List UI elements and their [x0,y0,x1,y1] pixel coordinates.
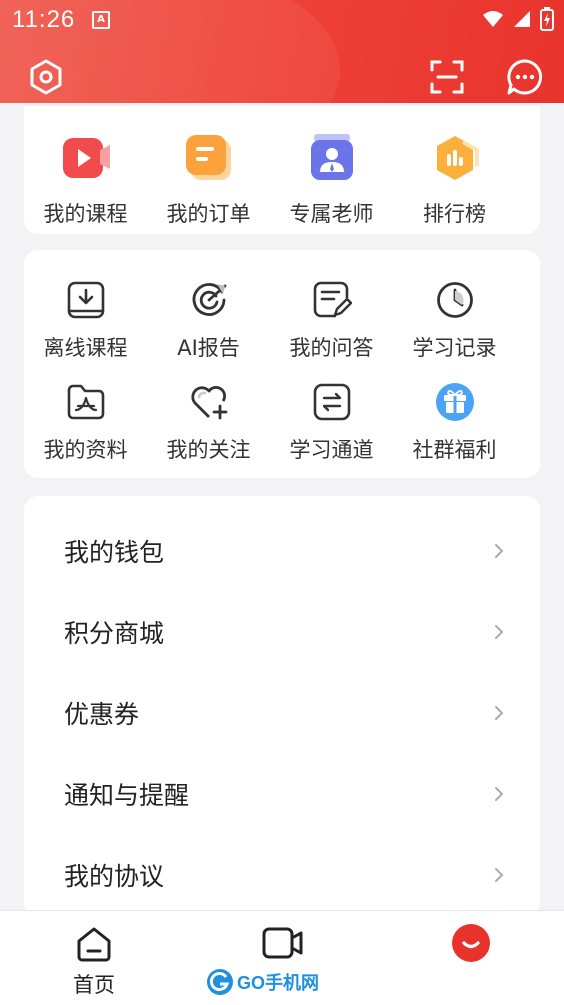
download-icon [67,281,104,319]
status-bar: 11:26 A [0,0,564,38]
my-materials-button[interactable]: 我的资料 [24,382,147,464]
my-courses-button[interactable]: 我的课程 [24,132,147,228]
gift-icon [435,383,474,421]
menu-item-label: 优惠券 [64,700,140,729]
watermark: GO手机网 [206,966,319,998]
study-records-label: 学习记录 [412,336,497,360]
study-channel-label: 学习通道 [289,438,374,462]
message-icon[interactable] [506,58,544,96]
dedicated-teacher-label: 专属老师 [289,202,374,226]
clock-icon [436,282,473,318]
heart-add-icon [190,386,227,420]
offline-courses-button[interactable]: 离线课程 [24,280,147,362]
ai-report-label: AI报告 [177,336,240,360]
ai-report-button[interactable]: AI报告 [147,280,270,362]
exchange-icon [313,383,350,421]
battery-icon [540,7,554,31]
home-icon [77,927,111,962]
menu-item-label: 积分商城 [64,619,165,648]
quick-actions-card: 我的课程 我的订单 专属老师 排行榜 [24,106,540,234]
menu-item-agreements[interactable]: 我的协议 [24,835,540,915]
wifi-icon [483,11,503,27]
my-qa-button[interactable]: 我的问答 [270,280,393,362]
menu-item-points-mall[interactable]: 积分商城 [24,592,540,672]
my-qa-label: 我的问答 [289,336,374,360]
watermark-logo-icon [207,969,233,995]
my-orders-label: 我的订单 [166,202,251,226]
video-camera-icon [262,927,303,959]
chevron-right-icon [495,868,504,882]
menu-item-notifications[interactable]: 通知与提醒 [24,754,540,834]
chevron-right-icon [495,544,504,558]
tab-profile[interactable] [376,911,564,1005]
dedicated-teacher-button[interactable]: 专属老师 [270,132,393,228]
watermark-text: GO手机网 [237,973,320,993]
study-channel-button[interactable]: 学习通道 [270,382,393,464]
chevron-right-icon [495,706,504,720]
qa-edit-icon [313,281,352,318]
settings-icon[interactable] [27,58,65,96]
ranking-label: 排行榜 [423,202,486,226]
profile-header: 11:26 A [0,0,564,103]
signal-icon [514,11,530,27]
menu-item-label: 通知与提醒 [64,781,190,810]
folder-icon [67,384,104,420]
chevron-right-icon [495,787,504,801]
order-icon [185,135,231,180]
ai-report-icon [192,283,226,316]
tab-home-label: 首页 [73,973,115,997]
community-benefits-button[interactable]: 社群福利 [393,382,516,464]
status-time: 11:26 [12,6,76,33]
menu-item-label: 我的钱包 [64,538,165,567]
ranking-icon [436,136,479,180]
study-records-button[interactable]: 学习记录 [393,280,516,362]
community-benefits-label: 社群福利 [412,438,497,462]
my-follows-button[interactable]: 我的关注 [147,382,270,464]
tools-card: 离线课程 AI报告 我的问答 学习记录 我的资料 我的关注 学习通道 社群福利 [24,250,540,478]
my-orders-button[interactable]: 我的订单 [147,132,270,228]
my-courses-label: 我的课程 [43,202,128,226]
scan-icon[interactable] [428,58,466,96]
settings-menu-card: 我的钱包 积分商城 优惠券 通知与提醒 我的协议 [24,496,540,916]
tab-home[interactable]: 首页 [0,911,188,1005]
menu-item-wallet[interactable]: 我的钱包 [24,511,540,591]
teacher-icon [310,134,353,180]
my-materials-label: 我的资料 [43,438,128,462]
my-follows-label: 我的关注 [166,438,251,462]
menu-item-label: 我的协议 [64,862,165,891]
offline-courses-label: 离线课程 [43,336,128,360]
menu-item-coupons[interactable]: 优惠券 [24,673,540,753]
video-course-icon [62,138,110,178]
profile-smile-icon [452,924,490,962]
app-notification-icon: A [92,11,110,29]
chevron-right-icon [495,625,504,639]
ranking-button[interactable]: 排行榜 [393,132,516,228]
